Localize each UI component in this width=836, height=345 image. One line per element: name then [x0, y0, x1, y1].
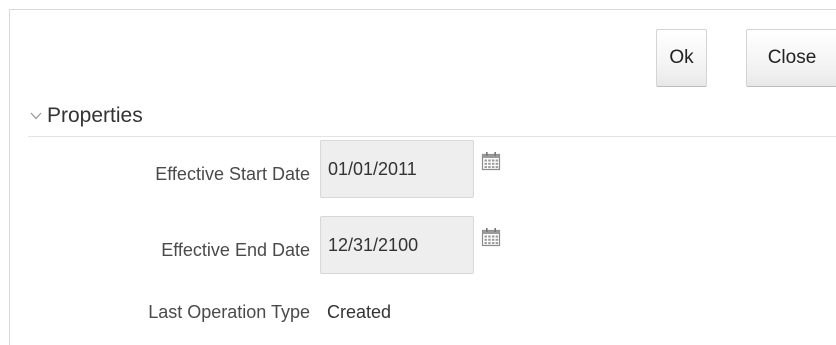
- calendar-icon[interactable]: [481, 227, 501, 247]
- section-title: Properties: [47, 104, 143, 127]
- end-date-value: 12/31/2100: [328, 234, 419, 255]
- last-operation-value: Created: [327, 301, 392, 322]
- close-button[interactable]: Close: [746, 29, 836, 87]
- chevron-down-icon[interactable]: [28, 108, 44, 124]
- last-operation-label: Last Operation Type: [148, 301, 310, 322]
- calendar-icon[interactable]: [481, 151, 501, 171]
- ok-button[interactable]: Ok: [656, 29, 707, 87]
- end-date-field[interactable]: 12/31/2100: [320, 216, 474, 274]
- end-date-row: Effective End Date 12/31/2100: [10, 216, 836, 274]
- properties-section-header[interactable]: Properties: [28, 96, 836, 137]
- start-date-field[interactable]: 01/01/2011: [320, 140, 474, 198]
- end-date-label: Effective End Date: [161, 239, 310, 260]
- start-date-label: Effective Start Date: [155, 163, 310, 184]
- start-date-row: Effective Start Date 01/01/2011: [10, 140, 836, 198]
- start-date-value: 01/01/2011: [328, 158, 417, 179]
- last-operation-row: Last Operation Type Created: [10, 292, 836, 332]
- dialog-panel: Ok Close Properties Effective Start Date…: [9, 9, 836, 345]
